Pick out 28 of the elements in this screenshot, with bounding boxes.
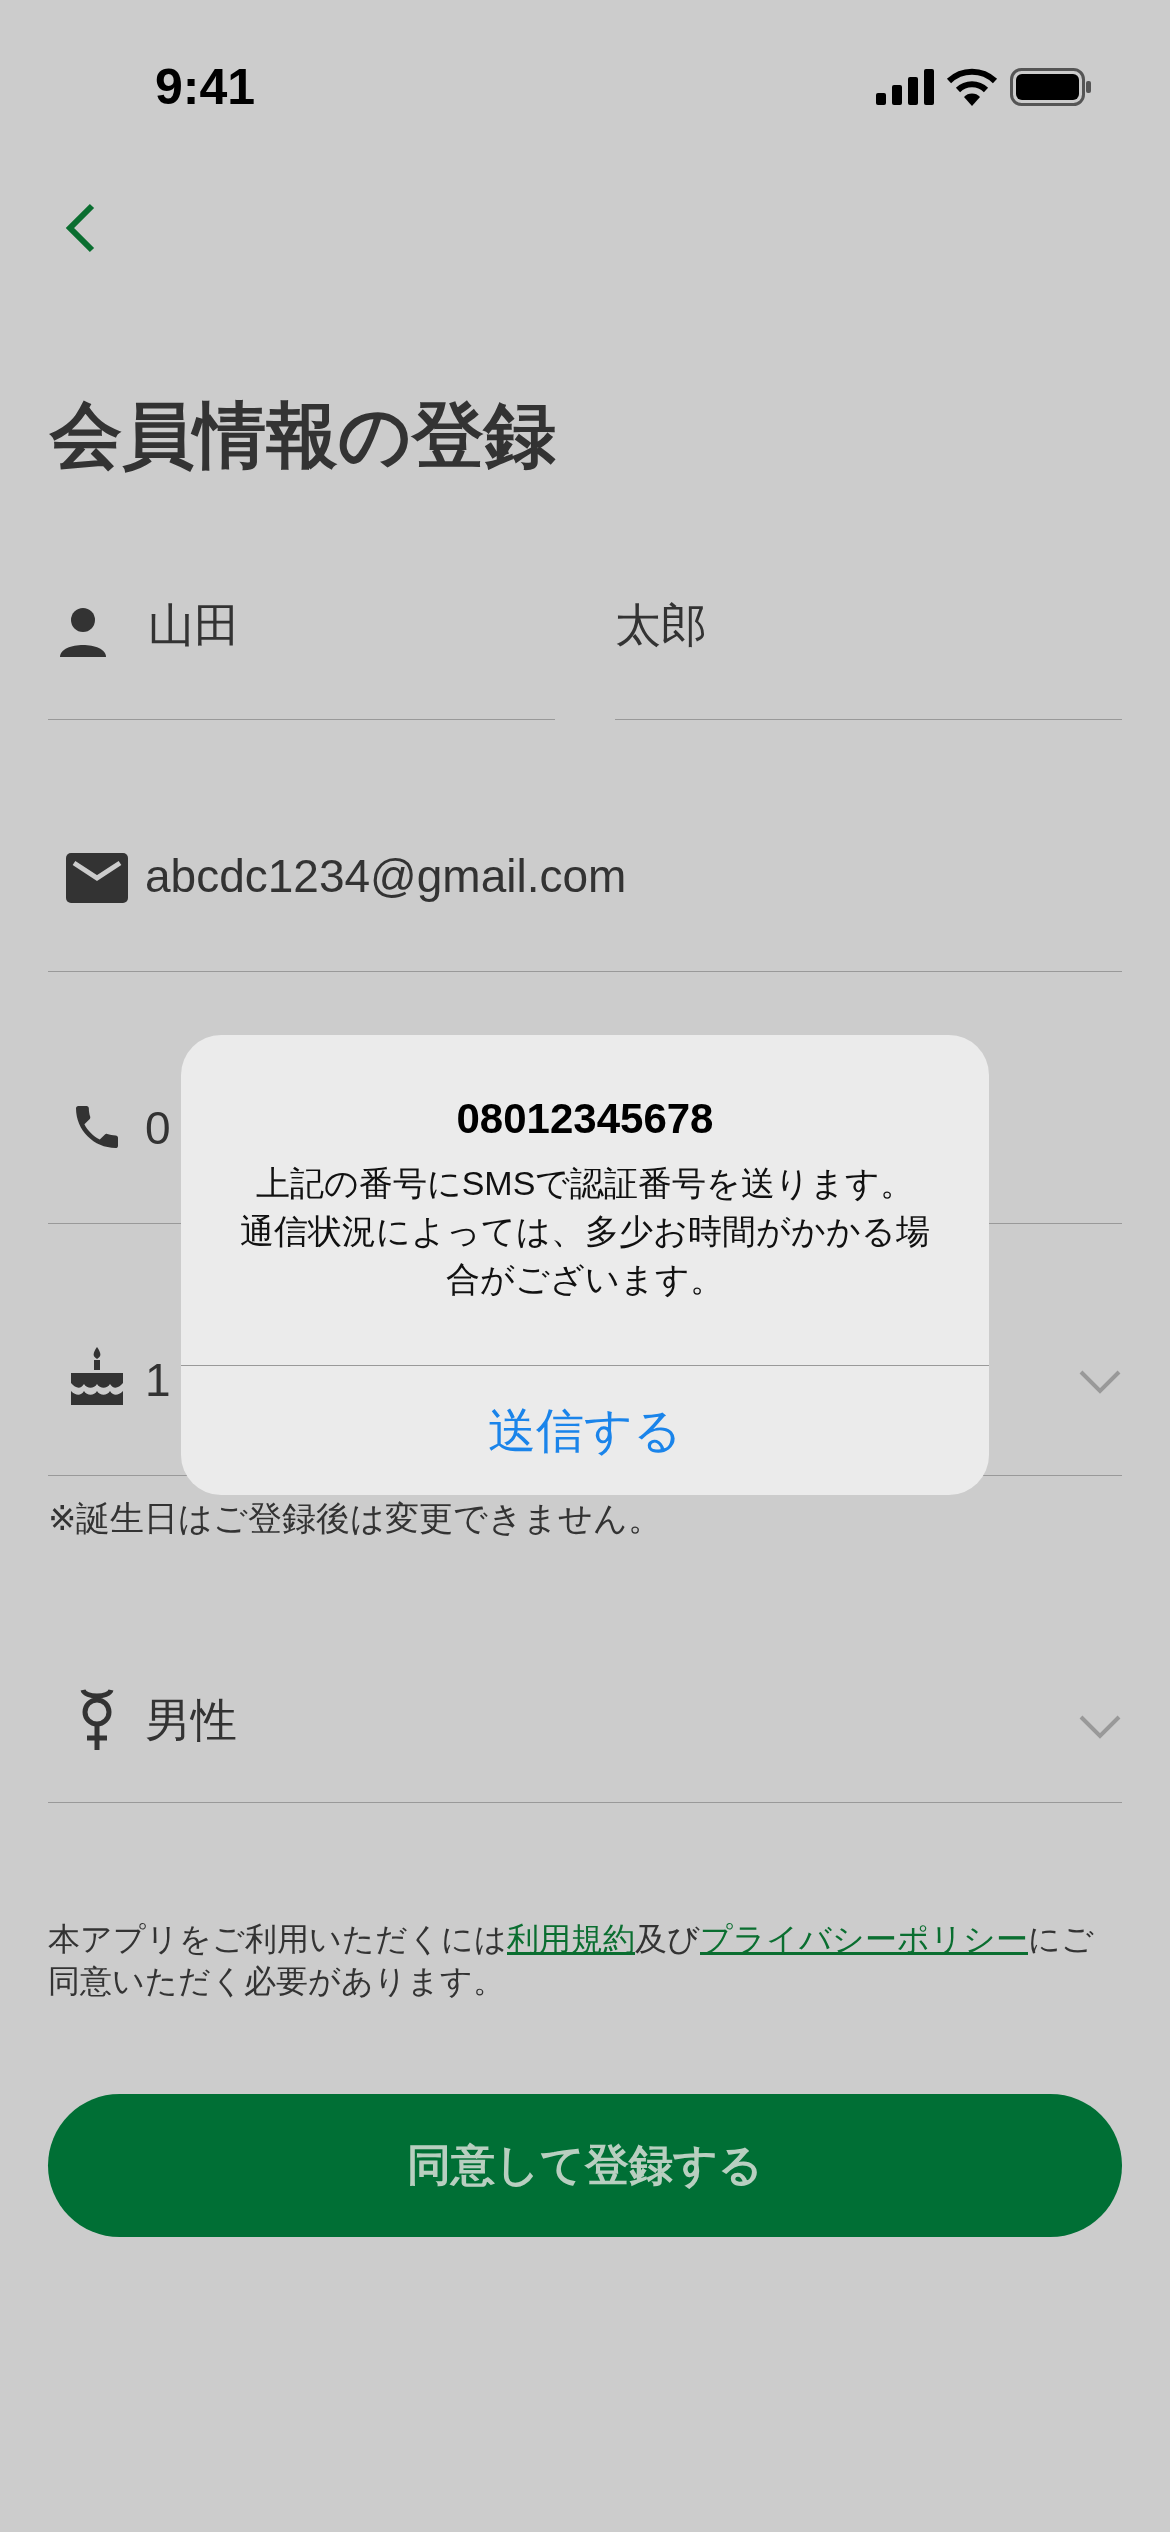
- agree-register-button[interactable]: 同意して登録する: [48, 2094, 1122, 2237]
- dialog-message: 通信状況によっては、多少お時間がかかる場合がございます。: [239, 1211, 931, 1300]
- email-field[interactable]: abcdc1234@gmail.com: [48, 720, 1122, 972]
- name-value: 山田: [148, 598, 240, 653]
- field-value: 1: [145, 1353, 171, 1407]
- terms-link[interactable]: 利用規約: [507, 1921, 635, 1957]
- gender-field[interactable]: 男性: [48, 1538, 1122, 1803]
- envelope-icon: [65, 853, 128, 903]
- field-note: ※誕生日はご登録後は変更できません。: [48, 1498, 664, 1538]
- cake-icon: [68, 1345, 125, 1407]
- terms-text: 本アプリをご利用いただくには利用規約及びプライバシーポリシーにご同意いただく必要があります。: [48, 1920, 1095, 2001]
- status-time: 9:41: [155, 58, 256, 116]
- field-value: 男性: [145, 1693, 237, 1748]
- wifi-icon: [946, 68, 998, 106]
- page-title: 会員情報の登録: [50, 394, 557, 477]
- terms-link[interactable]: プライバシーポリシー: [700, 1921, 1028, 1957]
- dialog-message: 上記の番号にSMSで認証番号を送ります。: [255, 1163, 915, 1204]
- dialog-title: 08012345678: [456, 1095, 714, 1143]
- name-value: 太郎: [615, 598, 707, 653]
- person-icon: [58, 607, 108, 657]
- chevron-down-icon[interactable]: [1078, 1369, 1122, 1395]
- field-value: 0: [145, 1101, 171, 1155]
- signal-icon: [876, 69, 934, 105]
- battery-icon: [1010, 68, 1092, 106]
- chevron-down-icon[interactable]: [1078, 1714, 1122, 1740]
- field-value: abcdc1234@gmail.com: [145, 849, 627, 903]
- name-field[interactable]: 山田: [48, 598, 555, 720]
- name-field[interactable]: 太郎: [615, 598, 1122, 720]
